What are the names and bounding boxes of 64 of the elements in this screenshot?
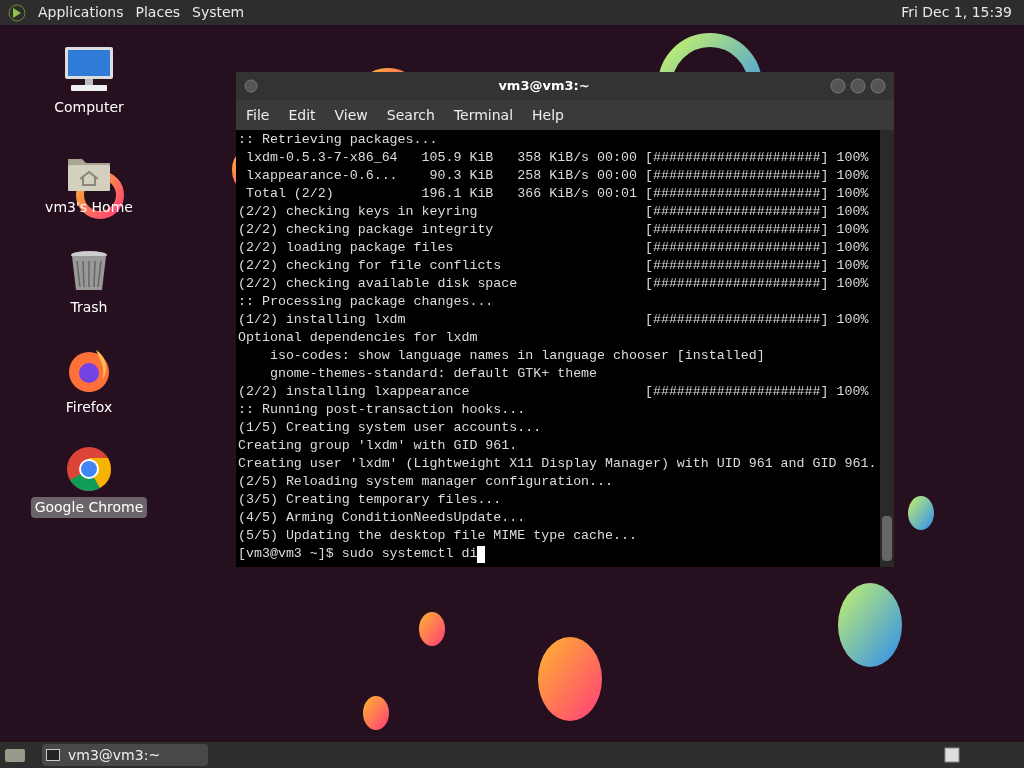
progress-text: [#####################] 100% [644,185,869,203]
terminal-line: (2/5) Reloading system manager configuration... [238,473,614,491]
progress-text: [#####################] 100% [644,275,869,293]
close-button-icon[interactable] [870,78,886,94]
progress-text: [#####################] 100% [644,383,869,401]
maximize-button-icon[interactable] [850,78,866,94]
terminal-line: (2/2) loading package files [238,239,455,257]
icon-label[interactable]: Computer [50,97,128,118]
progress-text: [#####################] 100% [644,221,869,239]
menu-item[interactable]: Help [532,104,564,126]
terminal-line: :: Running post-transaction hooks... [238,401,526,419]
icon-label[interactable]: Firefox [61,397,117,418]
window-button-icon[interactable] [244,79,258,93]
icon-label[interactable]: Google Chrome [30,497,148,518]
progress-text: [#####################] 100% [644,149,869,167]
terminal-line: Optional dependencies for lxdm [238,329,478,347]
terminal-line: Creating group 'lxdm' with GID 961. [238,437,518,455]
cursor [477,545,486,563]
menu-item[interactable]: File [246,104,270,126]
terminal-icon [46,749,60,761]
progress-text: [#####################] 100% [644,203,869,221]
show-desktop-icon[interactable] [4,746,26,764]
terminal-line: Creating user 'lxdm' (Lightweight X11 Display Manager) with UID 961 and GID 961. [238,455,877,473]
panel-menu[interactable]: Places [135,2,181,23]
terminal-line: (2/2) installing lxappearance [238,383,471,401]
minimize-button-icon[interactable] [830,78,846,94]
prompt-line: [vm3@vm3 ~]$ sudo systemctl di [238,545,478,563]
monitor-icon [63,45,115,93]
terminal-line: (2/2) checking available disk space [238,275,519,293]
progress-text: [#####################] 100% [644,167,869,185]
menu-item[interactable]: Search [386,104,435,126]
menu-item[interactable]: View [334,104,368,126]
terminal-line: Total (2/2) 196.1 KiB 366 KiB/s 00:01 [244,185,638,203]
terminal-line: :: Retrieving packages... [238,131,438,149]
window-title: vm3@vm3:~ [497,77,591,96]
terminal-line: (1/2) installing lxdm [238,311,407,329]
fox-globe-icon [66,347,112,393]
trash-icon [69,249,109,293]
icon-label[interactable]: Trash [66,297,112,318]
terminal-line: (3/5) Creating temporary files... [238,491,502,509]
terminal-line: :: Processing package changes... [238,293,494,311]
progress-text: [#####################] 100% [644,311,869,329]
terminal-line: (2/2) checking for file conflicts [238,257,503,275]
scrollbar[interactable] [880,130,894,567]
panel-menu[interactable]: System [192,2,245,23]
terminal-line: (4/5) Arming ConditionNeedsUpdate... [238,509,526,527]
panel-menu[interactable]: Applications [38,2,124,23]
chrome-icon [65,445,113,493]
terminal-line: (5/5) Updating the desktop file MIME type cache... [238,527,637,545]
progress-text: [#####################] 100% [644,257,869,275]
terminal-line: lxappearance-0.6... 90.3 KiB 258 KiB/s 00:00 [244,167,638,185]
progress-text: [#####################] 100% [644,239,869,257]
workspace-icon[interactable] [944,747,960,763]
terminal-line: lxdm-0.5.3-7-x86_64 105.9 KiB 358 KiB/s 00:00 [244,149,638,167]
logo-icon[interactable] [8,3,26,22]
clock[interactable]: Fri Dec 1, 15:39 [901,2,1016,23]
menu-item[interactable]: Edit [288,104,316,126]
terminal-line: (1/5) Creating system user accounts... [238,419,542,437]
terminal-line: (2/2) checking package integrity [238,221,495,239]
terminal-line: (2/2) checking keys in keyring [238,203,479,221]
terminal-line: iso-codes: show language names in language chooser [installed] [268,347,765,365]
task-button[interactable]: vm3@vm3:~ [42,744,208,766]
menu-item[interactable]: Terminal [453,104,514,126]
terminal-line: gnome-themes-standard: default GTK+ theme [268,365,598,383]
